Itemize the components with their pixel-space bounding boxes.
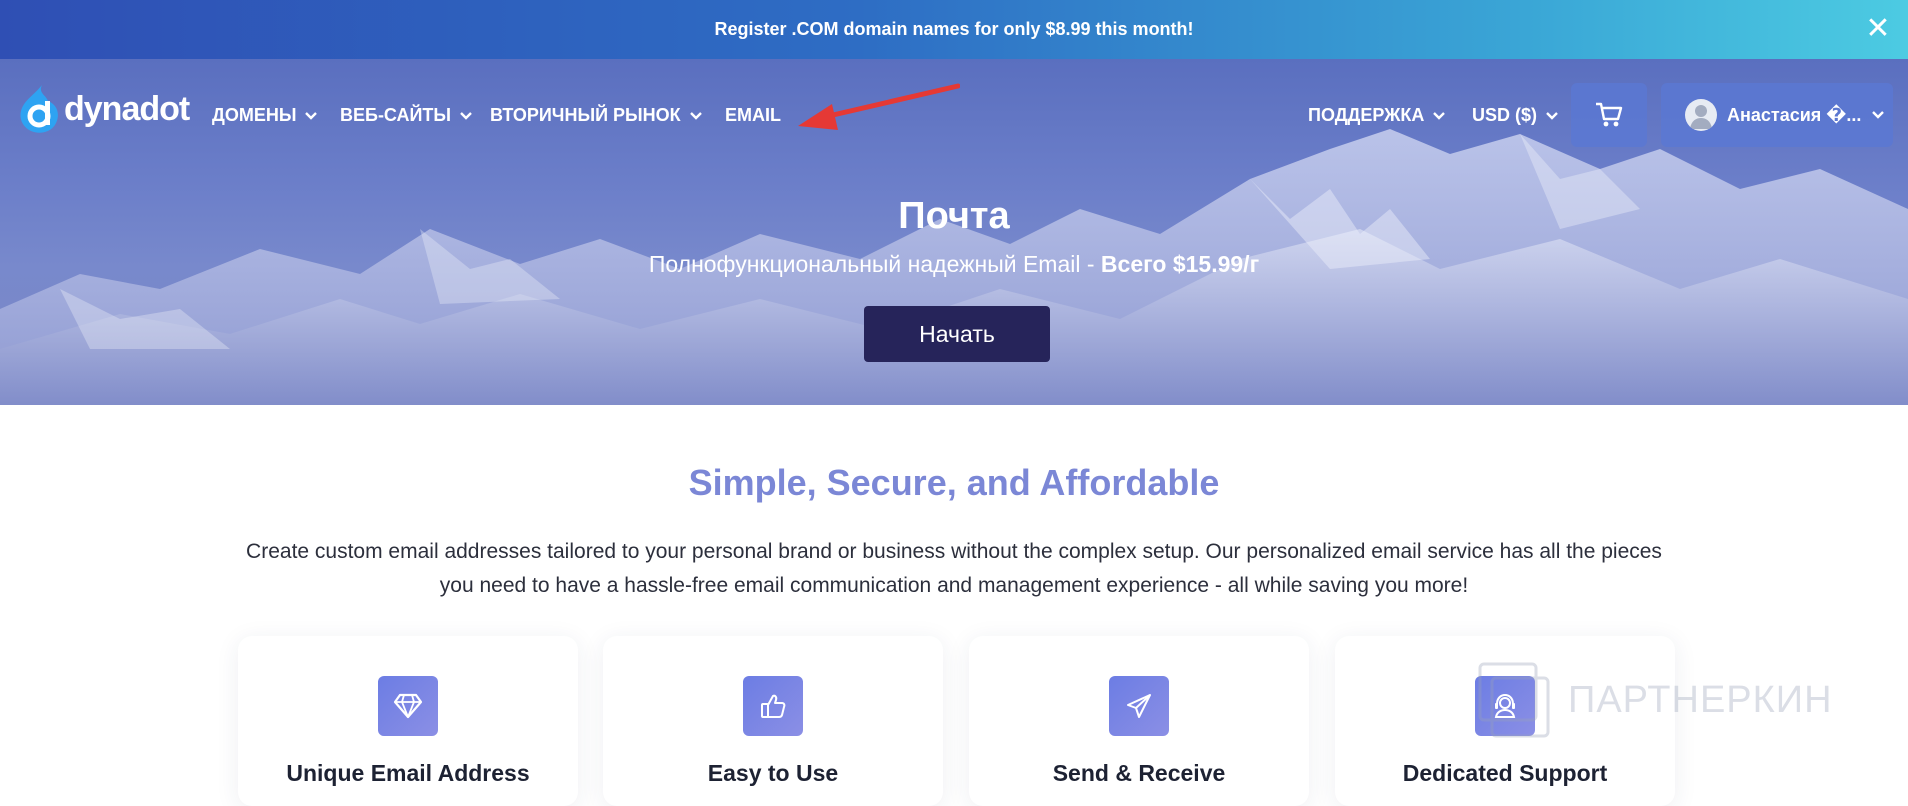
chevron-down-icon <box>1546 111 1558 120</box>
nav-item-label: ВЕБ-САЙТЫ <box>340 105 452 125</box>
dynadot-logo-icon <box>20 85 58 133</box>
card-icon-tile <box>378 676 438 736</box>
avatar <box>1685 99 1717 131</box>
currency-selector[interactable]: USD ($) <box>1472 105 1559 126</box>
thumbs-up-icon <box>761 694 786 718</box>
close-icon[interactable]: ✕ <box>1862 13 1894 45</box>
chevron-down-icon <box>689 111 702 120</box>
card-title: Dedicated Support <box>1402 760 1608 786</box>
nav-item-domains[interactable]: ДОМЕНЫ <box>212 105 318 126</box>
nav-item-email[interactable]: EMAIL <box>725 105 781 126</box>
currency-label: USD ($) <box>1472 105 1538 125</box>
section-title: Simple, Secure, and Affordable <box>688 462 1220 503</box>
dynadot-logo[interactable]: dynadot <box>18 83 190 135</box>
hero-title: Почта <box>898 195 1010 237</box>
feature-card-easy-to-use: Easy to Use <box>603 636 943 806</box>
diamond-icon <box>393 693 423 719</box>
nav-item-label: ДОМЕНЫ <box>212 105 297 125</box>
watermark-logo-icon <box>1478 662 1550 738</box>
section-description: Create custom email addresses tailored t… <box>246 540 1662 597</box>
nav-item-label: EMAIL <box>725 105 781 125</box>
cart-button[interactable] <box>1571 83 1647 147</box>
feature-card-send-receive: Send & Receive <box>969 636 1309 806</box>
user-avatar-icon <box>1690 105 1712 129</box>
hero-price: Всего $15.99/г <box>1100 251 1260 277</box>
feature-card-unique-email: Unique Email Address <box>238 636 578 806</box>
chevron-down-icon <box>460 111 472 120</box>
promo-banner: Register .COM domain names for only $8.9… <box>0 0 1908 59</box>
nav-item-websites[interactable]: ВЕБ-САЙТЫ <box>340 105 473 126</box>
hero-subtitle: Полнофункциональный надежный Email - Все… <box>0 251 1908 278</box>
card-title: Unique Email Address <box>286 760 530 786</box>
paper-plane-icon <box>1127 694 1151 718</box>
promo-text: Register .COM domain names for only $8.9… <box>714 19 1194 39</box>
brand-name: dynadot <box>64 89 190 128</box>
card-title: Send & Receive <box>1052 760 1226 786</box>
chevron-down-icon <box>305 111 318 120</box>
card-title: Easy to Use <box>707 760 839 786</box>
nav-item-support[interactable]: ПОДДЕРЖКА <box>1308 105 1446 126</box>
card-icon-tile <box>743 676 803 736</box>
watermark-text: ПАРТНЕРКИН <box>1568 678 1833 721</box>
watermark: ПАРТНЕРКИН <box>1478 662 1833 738</box>
annotation-arrow <box>798 83 960 130</box>
nav-item-label: ПОДДЕРЖКА <box>1308 105 1425 125</box>
chevron-down-icon <box>1433 111 1446 120</box>
card-icon-tile <box>1109 676 1169 736</box>
user-name: Анастасия �... <box>1727 104 1862 125</box>
account-menu-button[interactable]: Анастасия �... <box>1661 83 1893 147</box>
cart-icon <box>1596 102 1623 127</box>
chevron-down-icon <box>1872 111 1885 119</box>
nav-item-label: ВТОРИЧНЫЙ РЫНОК <box>490 105 681 125</box>
start-button[interactable]: Начать <box>864 306 1050 362</box>
hero-subtitle-text: Полнофункциональный надежный Email - <box>648 251 1101 277</box>
nav-item-aftermarket[interactable]: ВТОРИЧНЫЙ РЫНОК <box>490 105 703 126</box>
